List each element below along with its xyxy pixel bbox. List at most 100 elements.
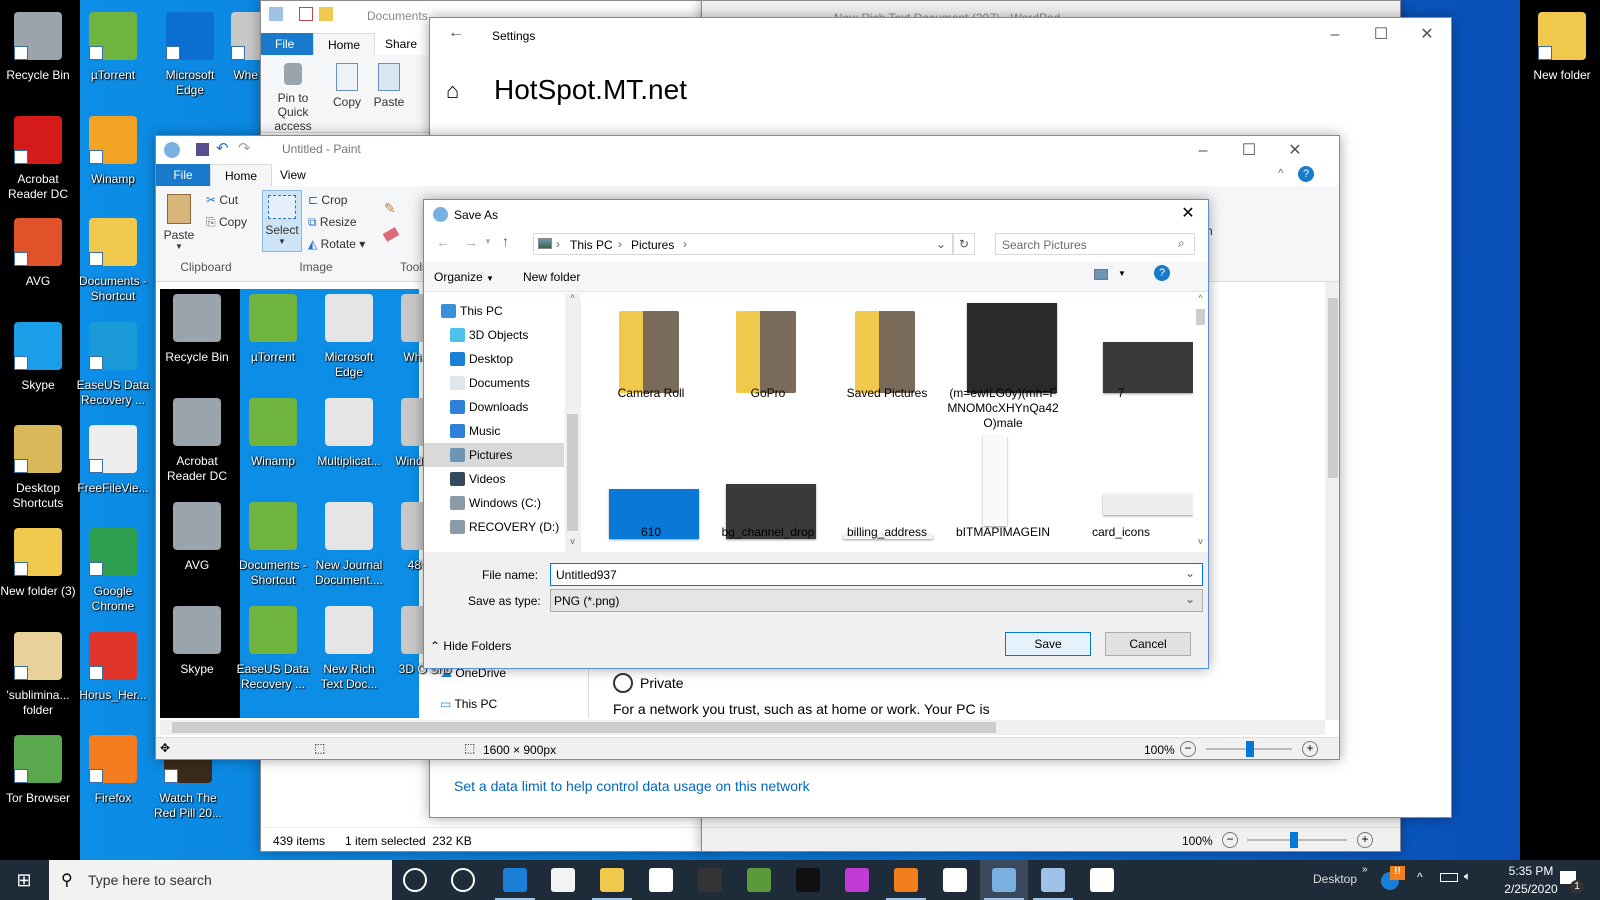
paint-close-button[interactable]: ✕ bbox=[1272, 136, 1318, 166]
breadcrumb-pictures[interactable]: Pictures bbox=[631, 238, 674, 252]
file-item[interactable]: bITMAPIMAGEIN bbox=[947, 436, 1059, 552]
search-icon[interactable]: ⌕ bbox=[1178, 236, 1185, 251]
collapse-ribbon-icon[interactable]: ^ bbox=[1278, 166, 1284, 180]
battery-icon[interactable] bbox=[1440, 873, 1458, 882]
pencil-icon[interactable]: ✎ bbox=[384, 200, 396, 217]
desktop-icon-4[interactable]: FreeFileVie... bbox=[75, 421, 151, 496]
address-dropdown-icon[interactable]: ⌄ bbox=[936, 237, 946, 251]
nav-item-recovery-d-[interactable]: RECOVERY (D:) bbox=[424, 515, 564, 539]
canvas-vertical-scrollbar[interactable] bbox=[1325, 282, 1339, 720]
scroll-down-arrow[interactable]: v bbox=[565, 536, 580, 546]
taskbar-search-box[interactable]: ⚲ Type here to search bbox=[49, 860, 392, 900]
desktop-icon-7[interactable]: Firefox bbox=[75, 731, 151, 806]
nav-scrollbar[interactable]: ^ v bbox=[565, 293, 580, 552]
paint-tab-view[interactable]: View bbox=[266, 164, 320, 186]
file-item[interactable]: card_icons bbox=[1065, 469, 1193, 552]
vertical-scroll-thumb[interactable] bbox=[1328, 298, 1338, 478]
explorer-copy-button[interactable]: Copy bbox=[327, 63, 367, 109]
nav-item-documents[interactable]: Documents bbox=[424, 371, 564, 395]
nav-item-this-pc[interactable]: This PC bbox=[424, 299, 564, 323]
forward-button[interactable]: → bbox=[464, 234, 478, 250]
taskbar-vlc-button[interactable] bbox=[882, 860, 930, 900]
file-item[interactable]: bg_channel_drop bbox=[712, 469, 824, 552]
clock-date[interactable]: 2/25/2020 bbox=[1496, 882, 1566, 896]
file-item[interactable]: Camera Roll bbox=[595, 293, 707, 433]
hide-folders-button[interactable]: ⌃ Hide Folders bbox=[430, 639, 511, 653]
file-scroll-down[interactable]: v bbox=[1193, 536, 1208, 546]
desktop-toolbar-label[interactable]: Desktop bbox=[1313, 872, 1357, 886]
nav-item-3d-objects[interactable]: 3D Objects bbox=[424, 323, 564, 347]
taskbar-paint-button[interactable] bbox=[980, 860, 1028, 900]
explorer-tab-home[interactable]: Home bbox=[313, 33, 376, 55]
back-arrow-icon[interactable]: ← bbox=[448, 24, 464, 42]
desktop-icon-1[interactable]: Acrobat Reader DC bbox=[0, 112, 76, 202]
taskbar-wordpad-button[interactable] bbox=[1029, 860, 1077, 900]
file-item[interactable]: GoPro bbox=[712, 293, 824, 433]
dialog-help-icon[interactable]: ? bbox=[1154, 265, 1170, 281]
redo-icon[interactable]: ↷ bbox=[238, 139, 251, 157]
navigation-pane[interactable]: This PC 3D Objects Desktop Documents Downloa… bbox=[424, 293, 580, 552]
taskbar-cortana-button[interactable] bbox=[391, 860, 439, 900]
paint-tab-file[interactable]: File bbox=[156, 164, 210, 186]
paint-tab-home[interactable]: Home bbox=[210, 164, 273, 186]
desktop-icon-new-folder[interactable]: New folder bbox=[1524, 8, 1600, 83]
horizontal-scroll-thumb[interactable] bbox=[172, 722, 996, 733]
desktop-icon-5[interactable]: Google Chrome bbox=[75, 524, 151, 614]
zoom-in-button[interactable]: + bbox=[1357, 832, 1373, 848]
desktop-icon-7[interactable]: Tor Browser bbox=[0, 731, 76, 806]
nav-item-desktop[interactable]: Desktop bbox=[424, 347, 564, 371]
nav-scroll-thumb[interactable] bbox=[567, 414, 578, 531]
wordpad-zoom-thumb[interactable] bbox=[1290, 832, 1298, 848]
toolbar-overflow-icon[interactable]: » bbox=[1362, 864, 1368, 875]
taskbar-task-view-button[interactable] bbox=[439, 860, 487, 900]
new-folder-button[interactable]: New folder bbox=[523, 270, 580, 284]
desktop-icon-6[interactable]: Horus_Her... bbox=[75, 628, 151, 703]
minimize-button[interactable]: – bbox=[1312, 20, 1358, 50]
file-item[interactable]: 610 bbox=[595, 469, 707, 552]
rotate-button[interactable]: ◭ Rotate ▾ bbox=[308, 237, 365, 251]
explorer-tab-file[interactable]: File bbox=[261, 33, 313, 55]
clock-time[interactable]: 5:35 PM bbox=[1496, 864, 1566, 878]
paste-button[interactable]: Paste ▼ bbox=[162, 194, 196, 251]
paint-zoom-out-button[interactable]: − bbox=[1180, 741, 1196, 757]
maximize-button[interactable]: ☐ bbox=[1358, 20, 1404, 50]
dialog-close-button[interactable]: ✕ bbox=[1170, 202, 1206, 226]
change-view-icon[interactable] bbox=[1094, 269, 1108, 280]
breadcrumb-this-pc[interactable]: This PC bbox=[570, 238, 613, 252]
save-button[interactable]: Save bbox=[1005, 632, 1091, 656]
pin-quick-access-button[interactable]: Pin to Quick access bbox=[261, 63, 325, 133]
nav-item-pictures[interactable]: Pictures bbox=[424, 443, 564, 467]
save-type-select[interactable]: PNG (*.png) ⌄ bbox=[550, 589, 1203, 612]
properties-icon[interactable] bbox=[299, 7, 313, 21]
desktop-icon-5[interactable]: New folder (3) bbox=[0, 524, 76, 599]
view-options-icon[interactable]: ▼ bbox=[1118, 269, 1126, 278]
explorer-tab-share[interactable]: Share bbox=[371, 33, 431, 55]
desktop-icon-2[interactable]: Documents - Shortcut bbox=[75, 214, 151, 304]
organize-button[interactable]: Organize ▼ bbox=[434, 270, 494, 284]
file-scroll-thumb[interactable] bbox=[1196, 309, 1205, 325]
undo-icon[interactable]: ↶ bbox=[216, 139, 229, 157]
file-name-input[interactable]: Untitled937 ⌄ bbox=[550, 563, 1203, 586]
start-button[interactable]: ⊞ bbox=[0, 860, 48, 900]
save-type-dropdown-icon[interactable]: ⌄ bbox=[1185, 592, 1195, 606]
save-as-dialog[interactable]: Save As ✕ ← → ▼ ↑ › This PC › Pictures ›… bbox=[423, 199, 1209, 669]
recent-locations-icon[interactable]: ▼ bbox=[484, 237, 492, 246]
taskbar-store-button[interactable] bbox=[539, 860, 587, 900]
desktop-icon-0[interactable]: µTorrent bbox=[75, 8, 151, 83]
volume-icon[interactable]: 🔈︎ bbox=[1464, 869, 1471, 884]
address-bar[interactable]: › This PC › Pictures › ⌄ bbox=[533, 233, 953, 255]
taskbar-file-explorer-button[interactable] bbox=[588, 860, 636, 900]
desktop-icon-0[interactable]: Recycle Bin bbox=[0, 8, 76, 83]
nav-item-downloads[interactable]: Downloads bbox=[424, 395, 564, 419]
refresh-button[interactable]: ↻ bbox=[953, 233, 975, 255]
save-qat-icon[interactable] bbox=[196, 143, 209, 156]
nav-item-music[interactable]: Music bbox=[424, 419, 564, 443]
taskbar-edge-button[interactable] bbox=[491, 860, 539, 900]
taskbar-camera-button[interactable] bbox=[931, 860, 979, 900]
paint-zoom-thumb[interactable] bbox=[1246, 741, 1254, 757]
file-scroll-up[interactable]: ^ bbox=[1193, 293, 1208, 303]
desktop-icon-3[interactable]: Skype bbox=[0, 318, 76, 393]
new-folder-qat-icon[interactable] bbox=[319, 7, 333, 21]
paint-maximize-button[interactable]: ☐ bbox=[1226, 136, 1272, 166]
tray-alert-icon[interactable]: !! bbox=[1390, 866, 1405, 880]
